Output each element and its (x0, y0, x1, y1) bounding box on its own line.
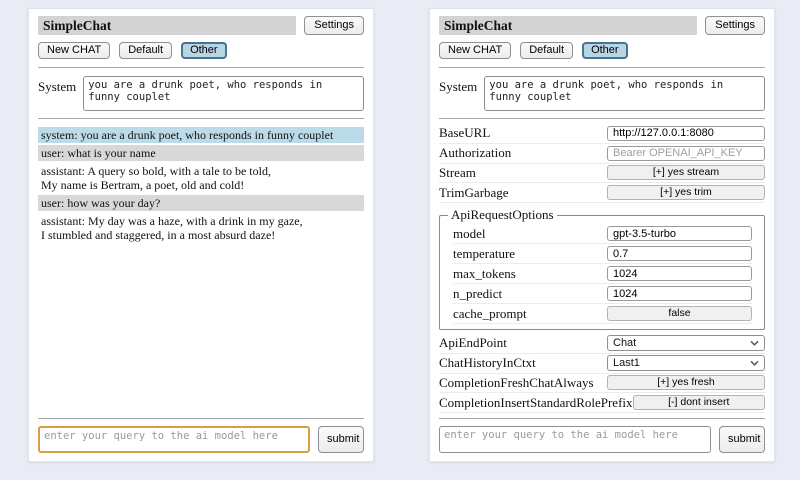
temperature-label: temperature (453, 246, 515, 262)
query-row: submit (439, 426, 765, 453)
settings-button[interactable]: Settings (304, 16, 364, 35)
session-buttons: New CHAT Default Other (439, 42, 765, 59)
authorization-input[interactable] (607, 146, 765, 161)
setting-row-completion-insert-standard-role-prefix: CompletionInsertStandardRolePrefix [-] d… (439, 393, 765, 413)
n-predict-input[interactable] (607, 286, 752, 301)
chat-message-list: system: you are a drunk poet, who respon… (38, 126, 364, 245)
spacer (38, 245, 364, 413)
stream-label: Stream (439, 165, 476, 181)
chat-message-user: user: what is your name (38, 145, 364, 161)
model-input[interactable] (607, 226, 752, 241)
submit-button[interactable]: submit (318, 426, 364, 453)
session-buttons: New CHAT Default Other (38, 42, 364, 59)
chat-message-system: system: you are a drunk poet, who respon… (38, 127, 364, 143)
api-endpoint-select[interactable]: Chat (607, 335, 765, 351)
session-button-other[interactable]: Other (181, 42, 227, 59)
chevron-down-icon (750, 360, 759, 366)
chat-history-selected-value: Last1 (613, 357, 640, 369)
system-prompt-row: System you are a drunk poet, who respond… (38, 76, 364, 111)
trimgarbage-label: TrimGarbage (439, 185, 509, 201)
chat-message-user: user: how was your day? (38, 195, 364, 211)
api-request-options-fieldset: ApiRequestOptions model temperature max_… (439, 207, 765, 330)
setting-row-chat-history-in-ctxt: ChatHistoryInCtxt Last1 (439, 354, 765, 374)
baseurl-input[interactable] (607, 126, 765, 141)
cache-prompt-toggle-button[interactable]: false (607, 306, 752, 321)
session-button-other[interactable]: Other (582, 42, 628, 59)
divider (439, 418, 765, 419)
setting-row-api-endpoint: ApiEndPoint Chat (439, 334, 765, 354)
divider (38, 418, 364, 419)
completion-fresh-toggle-button[interactable]: [+] yes fresh (607, 375, 765, 390)
model-label: model (453, 226, 486, 242)
trimgarbage-toggle-button[interactable]: [+] yes trim (607, 185, 765, 200)
max-tokens-input[interactable] (607, 266, 752, 281)
app-title: SimpleChat (38, 16, 296, 35)
new-chat-button[interactable]: New CHAT (439, 42, 511, 59)
panel-header: SimpleChat Settings (38, 16, 364, 35)
chat-history-in-ctxt-label: ChatHistoryInCtxt (439, 355, 536, 371)
query-row: submit (38, 426, 364, 453)
query-input[interactable] (38, 426, 310, 453)
system-label: System (439, 76, 477, 95)
divider (38, 67, 364, 68)
completion-insert-toggle-button[interactable]: [-] dont insert (633, 395, 765, 410)
completion-insert-standard-role-prefix-label: CompletionInsertStandardRolePrefix (439, 395, 633, 411)
system-label: System (38, 76, 76, 95)
n-predict-label: n_predict (453, 286, 502, 302)
divider (439, 67, 765, 68)
setting-row-cache-prompt: cache_prompt false (453, 304, 752, 324)
api-request-options-legend: ApiRequestOptions (448, 207, 557, 223)
chevron-down-icon (750, 340, 759, 346)
setting-row-authorization: Authorization (439, 144, 765, 164)
api-endpoint-selected-value: Chat (613, 337, 636, 349)
page: SimpleChat Settings New CHAT Default Oth… (0, 0, 800, 462)
system-prompt-row: System you are a drunk poet, who respond… (439, 76, 765, 111)
chat-panel: SimpleChat Settings New CHAT Default Oth… (28, 8, 374, 462)
setting-row-trimgarbage: TrimGarbage [+] yes trim (439, 183, 765, 203)
setting-row-stream: Stream [+] yes stream (439, 164, 765, 184)
max-tokens-label: max_tokens (453, 266, 516, 282)
setting-row-baseurl: BaseURL (439, 124, 765, 144)
divider (439, 118, 765, 119)
stream-toggle-button[interactable]: [+] yes stream (607, 165, 765, 180)
new-chat-button[interactable]: New CHAT (38, 42, 110, 59)
chat-message-assistant: assistant: My day was a haze, with a dri… (38, 213, 364, 243)
panel-header: SimpleChat Settings (439, 16, 765, 35)
completion-fresh-chat-always-label: CompletionFreshChatAlways (439, 375, 594, 391)
query-input[interactable] (439, 426, 711, 453)
cache-prompt-label: cache_prompt (453, 306, 527, 322)
setting-row-temperature: temperature (453, 244, 752, 264)
temperature-input[interactable] (607, 246, 752, 261)
baseurl-label: BaseURL (439, 125, 490, 141)
session-button-default[interactable]: Default (119, 42, 172, 59)
authorization-label: Authorization (439, 145, 511, 161)
session-button-default[interactable]: Default (520, 42, 573, 59)
submit-button[interactable]: submit (719, 426, 765, 453)
chat-history-in-ctxt-select[interactable]: Last1 (607, 355, 765, 371)
app-title: SimpleChat (439, 16, 697, 35)
setting-row-model: model (453, 224, 752, 244)
system-prompt-textarea[interactable]: you are a drunk poet, who responds in fu… (83, 76, 364, 111)
divider (38, 118, 364, 119)
setting-row-completion-fresh-chat-always: CompletionFreshChatAlways [+] yes fresh (439, 374, 765, 394)
setting-row-n-predict: n_predict (453, 284, 752, 304)
settings-panel: SimpleChat Settings New CHAT Default Oth… (429, 8, 775, 462)
system-prompt-textarea[interactable]: you are a drunk poet, who responds in fu… (484, 76, 765, 111)
api-endpoint-label: ApiEndPoint (439, 335, 507, 351)
setting-row-max-tokens: max_tokens (453, 264, 752, 284)
chat-message-assistant: assistant: A query so bold, with a tale … (38, 163, 364, 193)
settings-button[interactable]: Settings (705, 16, 765, 35)
